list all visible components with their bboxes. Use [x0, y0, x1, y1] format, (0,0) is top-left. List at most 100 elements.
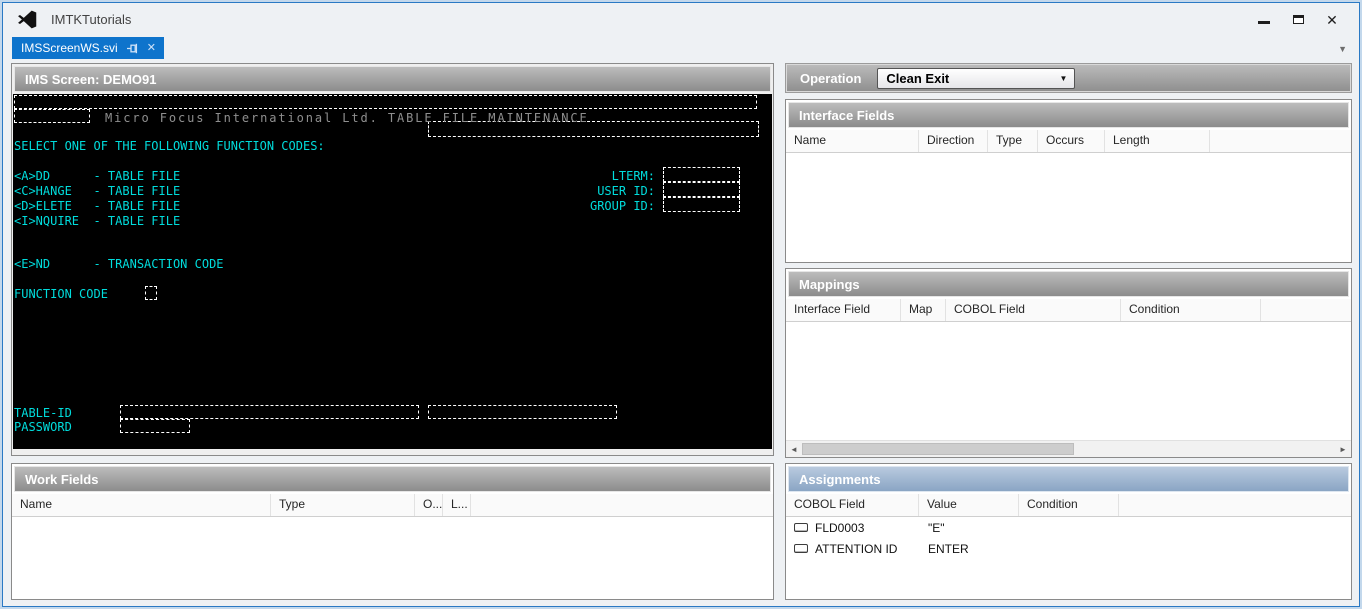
screen-text: PASSWORD [14, 420, 72, 434]
column-header[interactable]: Name [786, 130, 919, 152]
tab-close-icon[interactable]: ✕ [147, 42, 156, 54]
screen-text: SELECT ONE OF THE FOLLOWING FUNCTION COD… [14, 139, 325, 153]
terminal-screen[interactable]: Micro Focus International Ltd. TABLE FIL… [13, 94, 772, 449]
screen-text: TABLE-ID [14, 406, 72, 420]
right-column: Operation Clean Exit ▼ Interface Fields … [785, 63, 1352, 600]
column-header[interactable]: Name [12, 494, 271, 516]
ims-screen-title: IMS Screen: DEMO91 [25, 71, 157, 87]
column-header[interactable]: Occurs [1038, 130, 1105, 152]
column-header[interactable]: L... [443, 494, 471, 516]
screen-field[interactable] [663, 197, 740, 212]
column-header-filler [471, 494, 773, 516]
assignment-row[interactable]: ATTENTION ID ENTER [786, 538, 1351, 559]
screen-field[interactable] [120, 405, 419, 419]
column-header[interactable]: Direction [919, 130, 988, 152]
close-button[interactable]: ✕ [1315, 7, 1349, 33]
visual-studio-logo-icon [17, 9, 39, 31]
assignment-row[interactable]: FLD0003 "E" [786, 517, 1351, 538]
assignments-body: FLD0003 "E" ATTENTION ID ENTER [786, 517, 1351, 599]
screen-field[interactable] [14, 95, 757, 109]
ims-screen-header: IMS Screen: DEMO91 [14, 66, 771, 92]
column-header[interactable]: Type [988, 130, 1038, 152]
app-window: IMTKTutorials ✕ IMSScreenWS.svi ✕ ▼ IMS … [0, 0, 1362, 609]
scroll-left-arrow-icon[interactable]: ◄ [786, 445, 802, 454]
mappings-columns: Interface Field Map COBOL Field Condition [786, 299, 1351, 322]
screen-field[interactable] [14, 109, 90, 123]
assignment-cell-value: "E" [928, 520, 945, 535]
assignments-columns: COBOL Field Value Condition [786, 494, 1351, 517]
column-header-filler [1261, 299, 1351, 321]
scrollbar-track[interactable] [1074, 443, 1335, 455]
window-frame: IMTKTutorials ✕ IMSScreenWS.svi ✕ ▼ IMS … [2, 2, 1360, 607]
assignments-title: Assignments [799, 471, 881, 487]
mappings-horizontal-scrollbar[interactable]: ◄ ► [786, 440, 1351, 457]
column-header[interactable]: Length [1105, 130, 1210, 152]
interface-fields-title: Interface Fields [799, 107, 895, 123]
mappings-panel: Mappings Interface Field Map COBOL Field Co… [785, 268, 1352, 458]
column-header-filler [1119, 494, 1351, 516]
work-fields-columns: Name Type O... L... [12, 494, 773, 517]
screen-text: FUNCTION CODE [14, 287, 108, 301]
tab-label: IMSScreenWS.svi [21, 41, 118, 55]
screen-field[interactable] [663, 182, 740, 197]
column-header[interactable]: Interface Field [786, 299, 901, 321]
scrollbar-thumb[interactable] [802, 443, 1074, 455]
screen-field[interactable] [663, 167, 740, 182]
column-header[interactable]: Condition [1019, 494, 1119, 516]
maximize-button[interactable] [1281, 7, 1315, 33]
assignment-icon [794, 544, 808, 553]
operation-bar: Operation Clean Exit ▼ [785, 63, 1352, 93]
screen-text: <D>ELETE - TABLE FILE [14, 199, 181, 213]
interface-fields-body [786, 153, 1351, 262]
ims-screen-panel: IMS Screen: DEMO91 Micro Focus Internati… [11, 63, 774, 456]
assignment-cell-value: ENTER [928, 541, 969, 556]
assignment-cell-cobol_field: FLD0003 [815, 520, 865, 535]
tab-imsscreenws[interactable]: IMSScreenWS.svi ✕ [12, 37, 164, 59]
main-area: IMS Screen: DEMO91 Micro Focus Internati… [3, 59, 1359, 606]
interface-fields-panel: Interface Fields Name Direction Type Occurs… [785, 99, 1352, 263]
screen-text: Micro Focus International Ltd. TABLE FIL… [105, 111, 589, 125]
assignment-cell-cobol_field: ATTENTION ID [815, 541, 898, 556]
column-header-filler [1210, 130, 1351, 152]
maximize-icon [1292, 15, 1304, 24]
work-fields-header: Work Fields [14, 466, 771, 492]
column-header[interactable]: Condition [1121, 299, 1261, 321]
column-header[interactable]: COBOL Field [946, 299, 1121, 321]
column-header[interactable]: Type [271, 494, 415, 516]
scroll-right-arrow-icon[interactable]: ► [1335, 445, 1351, 454]
operation-selected-value: Clean Exit [886, 70, 950, 86]
left-column: IMS Screen: DEMO91 Micro Focus Internati… [11, 63, 774, 600]
screen-text: LTERM: [611, 169, 655, 183]
screen-text: <C>HANGE - TABLE FILE [14, 184, 181, 198]
assignment-icon [794, 523, 808, 532]
mappings-header: Mappings [788, 271, 1349, 297]
screen-field[interactable] [145, 286, 157, 300]
column-header[interactable]: Value [919, 494, 1019, 516]
minimize-icon [1258, 21, 1270, 24]
interface-fields-header: Interface Fields [788, 102, 1349, 128]
mappings-title: Mappings [799, 276, 860, 292]
column-header[interactable]: COBOL Field [786, 494, 919, 516]
minimize-button[interactable] [1247, 7, 1281, 33]
screen-field[interactable] [428, 405, 617, 419]
pin-icon[interactable] [126, 42, 139, 55]
work-fields-title: Work Fields [25, 471, 99, 487]
column-header[interactable]: Map [901, 299, 946, 321]
titlebar: IMTKTutorials ✕ [3, 3, 1359, 36]
document-tab-strip: IMSScreenWS.svi ✕ ▼ [3, 36, 1359, 59]
operation-label: Operation [800, 70, 862, 86]
screen-text: <E>ND - TRANSACTION CODE [14, 257, 224, 271]
combobox-arrow-icon: ▼ [1059, 73, 1068, 83]
tab-overflow-chevron-icon[interactable]: ▼ [1338, 44, 1347, 54]
window-controls: ✕ [1247, 7, 1349, 33]
screen-field[interactable] [120, 419, 190, 433]
screen-text: <A>DD - TABLE FILE [14, 169, 181, 183]
interface-fields-columns: Name Direction Type Occurs Length [786, 130, 1351, 153]
work-fields-body [12, 517, 773, 599]
close-icon: ✕ [1326, 11, 1338, 28]
column-header[interactable]: O... [415, 494, 443, 516]
screen-text: <I>NQUIRE - TABLE FILE [14, 214, 181, 228]
screen-text: GROUP ID: [589, 199, 655, 213]
operation-combobox[interactable]: Clean Exit ▼ [877, 67, 1076, 89]
screen-text: USER ID: [597, 184, 655, 198]
